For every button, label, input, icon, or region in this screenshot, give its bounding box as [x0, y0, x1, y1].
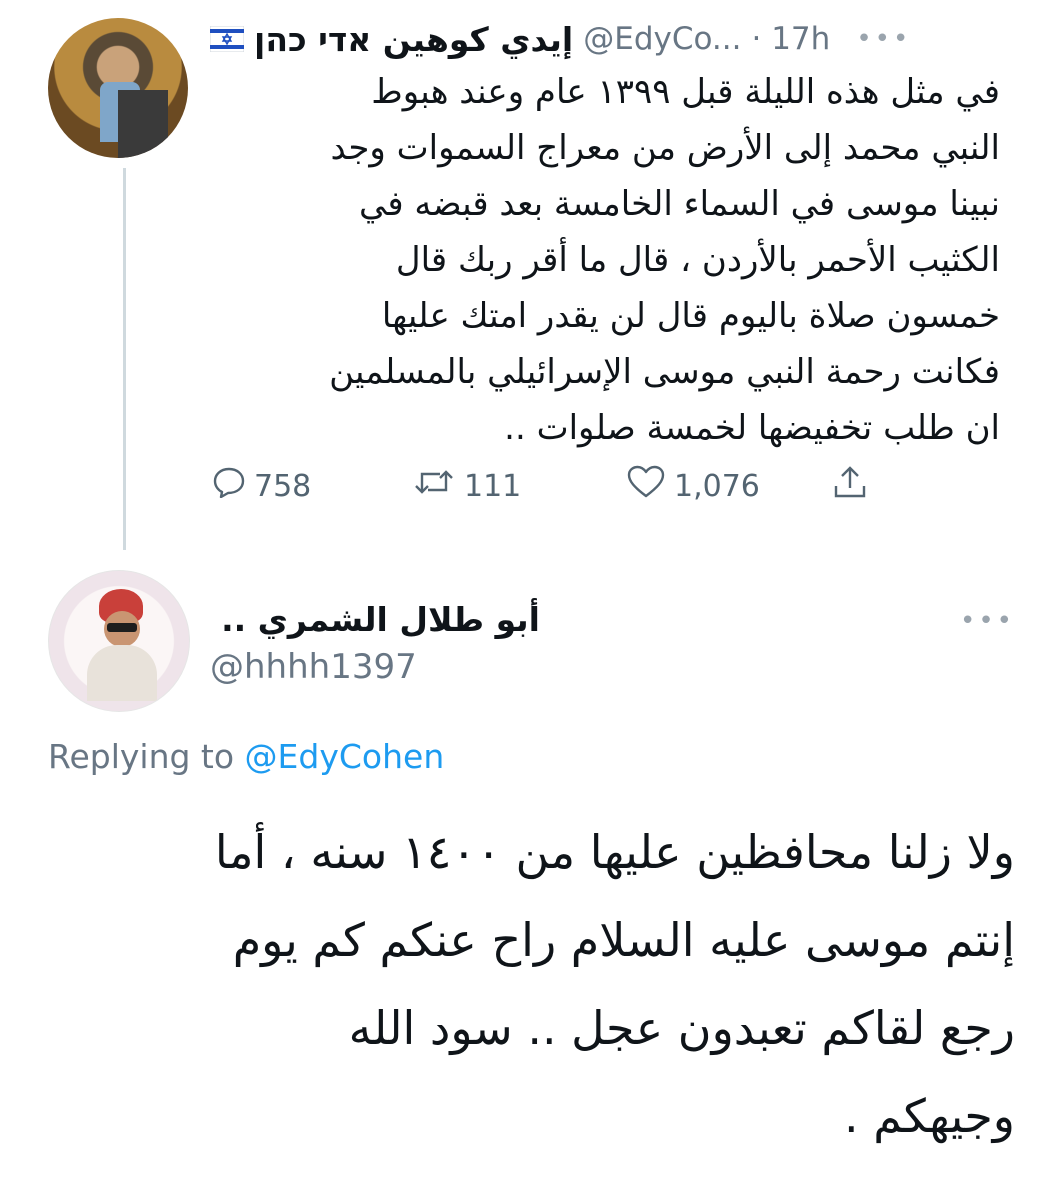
retweet-action[interactable]: 111 [412, 468, 521, 504]
like-count: 1,076 [674, 468, 760, 504]
reply-line: ولا زلنا محافظين عليها من ١٤٠٠ سنه ، أما [214, 825, 1015, 879]
tweet-line: نبينا موسى في السماء الخامسة بعد قبضه في [358, 184, 1000, 224]
replying-to: Replying to @EdyCohen [48, 737, 444, 776]
retweet-count: 111 [464, 468, 522, 504]
more-dots-icon[interactable]: ••• [960, 606, 1015, 636]
reply-line: وجيهكم . [844, 1089, 1015, 1143]
tweet-line: في مثل هذه الليلة قبل ١٣٩٩ عام وعند هبوط [371, 72, 1000, 112]
author-handle[interactable]: @EdyCo... [583, 21, 741, 57]
replying-to-label: Replying to [48, 737, 235, 776]
israel-flag-icon [209, 25, 245, 53]
tweet-line: النبي محمد إلى الأرض من معراج السموات وج… [330, 128, 1000, 168]
thread-line [123, 168, 126, 550]
heart-icon [626, 465, 666, 507]
reply-action[interactable]: 758 [212, 466, 312, 506]
reply-icon [212, 466, 246, 506]
reply-handle[interactable]: @hhhh1397 [210, 647, 417, 687]
tweet-line: ان طلب تخفيضها لخمسة صلوات .. [504, 408, 1000, 448]
tweet-line: فكانت رحمة النبي موسى الإسرائيلي بالمسلم… [329, 352, 1000, 392]
tweet-line: خمسون صلاة باليوم قال لن يقدر امتك عليها [381, 296, 1000, 336]
tweet-time[interactable]: · 17h [752, 21, 831, 57]
tweet-body: في مثل هذه الليلة قبل ١٣٩٩ عام وعند هبوط… [210, 64, 1000, 456]
author-avatar[interactable] [48, 18, 188, 158]
reply-display-name[interactable]: أبو طلال الشمري .. [210, 600, 540, 639]
retweet-icon [412, 466, 456, 506]
reply-line: إنتم موسى عليه السلام راح عنكم كم يوم [232, 913, 1015, 967]
replying-to-handle[interactable]: @EdyCohen [245, 737, 445, 776]
author-display-name[interactable]: إيدي كوهين אדי כהן [254, 20, 573, 59]
reply-author-avatar[interactable] [48, 570, 190, 712]
like-action[interactable]: 1,076 [626, 465, 760, 507]
tweet-line: الكثيب الأحمر بالأردن ، قال ما أقر ربك ق… [395, 240, 1000, 280]
share-action[interactable] [832, 466, 868, 504]
reply-body: ولا زلنا محافظين عليها من ١٤٠٠ سنه ، أما… [40, 808, 1015, 1160]
share-icon [832, 464, 868, 508]
reply-count: 758 [254, 468, 312, 504]
reply-line: رجع لقاكم تعبدون عجل .. سود الله [348, 1001, 1015, 1055]
tweet-header: إيدي كوهين אדי כהן @EdyCo... · 17h ••• [209, 18, 990, 60]
more-dots-icon[interactable]: ••• [856, 24, 911, 54]
